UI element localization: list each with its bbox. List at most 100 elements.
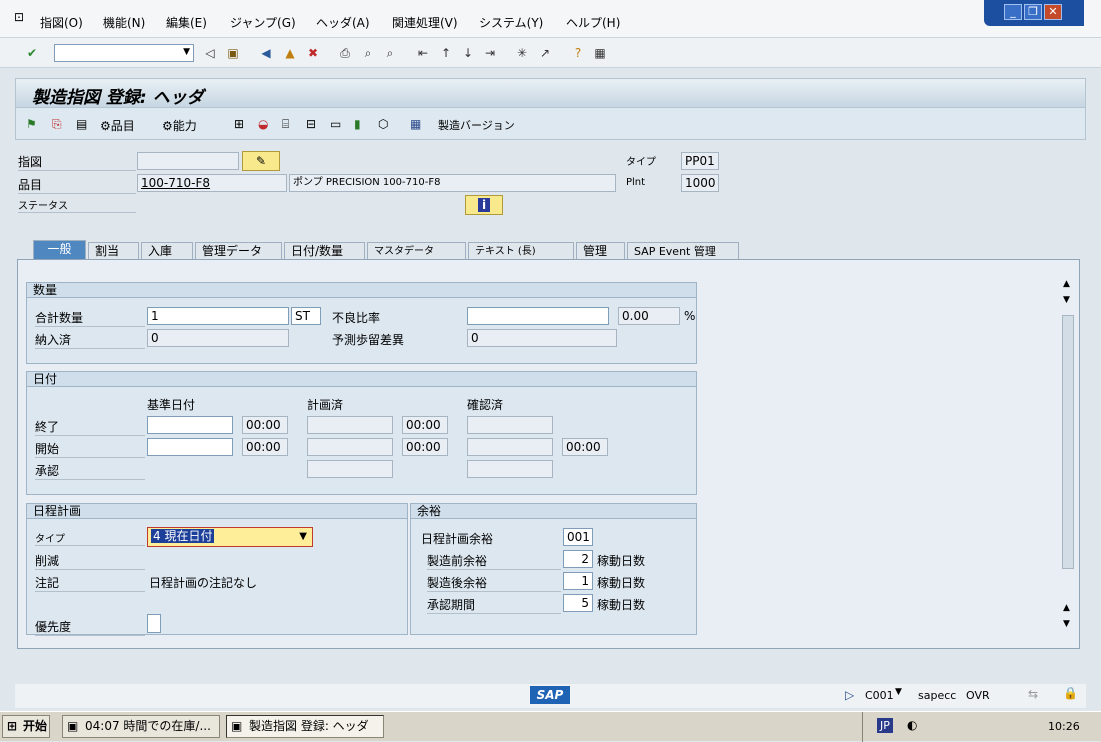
calculator-icon[interactable]: ▤	[76, 117, 87, 131]
back-icon[interactable]: ◀	[258, 45, 274, 61]
sap-logo: SAP	[530, 686, 570, 704]
tab-general[interactable]: 一般	[33, 240, 86, 261]
menu-edit[interactable]: 編集(E)	[166, 14, 207, 31]
start-basic-date[interactable]	[147, 438, 233, 456]
scroll-down-icon[interactable]: ▼	[1063, 295, 1070, 305]
components-icon[interactable]: ⌸	[282, 117, 289, 132]
help-icon[interactable]: ?	[570, 45, 586, 61]
total-qty-field[interactable]: 1	[147, 307, 289, 325]
display-icon[interactable]: ⎘	[52, 117, 62, 132]
material-field[interactable]: 100-710-F8	[137, 174, 287, 192]
command-field[interactable]: ▼	[54, 44, 194, 62]
float-before-field[interactable]: 2	[563, 550, 593, 568]
unit-field[interactable]: ST	[291, 307, 321, 325]
reduction-label: 削減	[35, 552, 145, 570]
save-icon[interactable]: ▣	[225, 45, 241, 61]
capacity-button[interactable]: ⚙能力	[162, 117, 197, 134]
total-qty-label: 合計数量	[35, 309, 145, 327]
sched-type-select[interactable]: 4 現在日付 ▼	[147, 527, 313, 547]
priority-label: 優先度	[35, 618, 145, 636]
edit-order-button[interactable]: ✎	[242, 151, 280, 171]
language-indicator[interactable]: JP	[877, 718, 893, 733]
end-basic-time[interactable]: 00:00	[242, 416, 288, 434]
taskbar-item-prod-order[interactable]: ▣ 製造指図 登録: ヘッダ	[226, 715, 384, 738]
network-icon[interactable]: ⊟	[306, 117, 316, 131]
float-after-field[interactable]: 1	[563, 572, 593, 590]
vertical-scrollbar[interactable]: ▲ ▼ ▲ ▼	[1060, 279, 1076, 634]
release-period-label: 承認期間	[427, 596, 561, 614]
taskbar-item-inventory[interactable]: ▣ 04:07 時間での在庫/...	[62, 715, 220, 738]
new-session-icon[interactable]: ✳	[514, 45, 530, 61]
mode-field: OVR	[966, 689, 990, 702]
exit-icon[interactable]: ▲	[282, 45, 298, 61]
window-menu-icon[interactable]: ⊡	[14, 10, 24, 24]
delivered-label: 納入済	[35, 331, 145, 349]
cost-icon[interactable]: ▮	[354, 117, 361, 131]
scrap-field[interactable]	[467, 307, 609, 325]
print-icon[interactable]: ⎙	[337, 45, 353, 61]
restore-icon[interactable]: ❐	[1024, 4, 1042, 20]
find-icon[interactable]: ⌕	[360, 45, 376, 61]
start-button[interactable]: ⊞ 开始	[2, 715, 50, 738]
menu-function[interactable]: 機能(N)	[103, 14, 145, 31]
prod-version-label[interactable]: 製造バージョン	[438, 117, 515, 133]
layout-menu-icon[interactable]: ▦	[592, 45, 608, 61]
first-page-icon[interactable]: ⇤	[415, 45, 431, 61]
sched-type-value: 4 現在日付	[151, 529, 215, 543]
scheduled-header: 計画済	[307, 398, 344, 412]
plant-field: 1000	[681, 174, 719, 192]
last-page-icon[interactable]: ⇥	[482, 45, 498, 61]
end-label: 終了	[35, 418, 145, 436]
start-basic-time[interactable]: 00:00	[242, 438, 288, 456]
menu-jump[interactable]: ジャンプ(G)	[230, 14, 296, 31]
priority-field[interactable]	[147, 614, 161, 633]
menu-system[interactable]: システム(Y)	[479, 14, 543, 31]
status-info-button[interactable]: i	[465, 195, 503, 215]
cancel-icon[interactable]: ✖	[305, 45, 321, 61]
material-button[interactable]: ⚙品目	[100, 117, 135, 134]
system-dropdown-icon[interactable]: ▼	[895, 687, 902, 697]
sched-margin-field[interactable]: 001	[563, 528, 593, 546]
find-next-icon[interactable]: ⌕	[382, 45, 398, 61]
menu-header[interactable]: ヘッダ(A)	[316, 14, 370, 31]
package-icon[interactable]: ⬡	[378, 117, 388, 131]
scroll-up-icon[interactable]: ▲	[1063, 279, 1070, 289]
order-field[interactable]	[137, 152, 239, 170]
ime-icon[interactable]: ◐	[907, 718, 917, 732]
type-label: タイプ	[626, 157, 656, 168]
scroll-up-bottom-icon[interactable]: ▲	[1063, 603, 1070, 613]
scroll-thumb[interactable]	[1062, 315, 1074, 569]
status-expand-icon[interactable]: ▷	[845, 688, 854, 702]
hierarchy-icon[interactable]: ⊞	[234, 117, 244, 131]
documents-icon[interactable]: ▭	[330, 117, 341, 131]
end-basic-date[interactable]	[147, 416, 233, 434]
menu-related[interactable]: 関連処理(V)	[392, 14, 458, 31]
menu-order[interactable]: 指図(O)	[40, 14, 83, 31]
standard-toolbar: ✔ ▼ ◁ ▣ ◀ ▲ ✖ ⎙ ⌕ ⌕ ⇤ ↑ ↓ ⇥ ✳ ↗ ? ▦	[0, 38, 1101, 68]
prod-version-button[interactable]: ▦	[410, 117, 421, 131]
chevron-down-icon[interactable]: ▼	[299, 529, 307, 545]
title-bar: 製造指図 登録: ヘッダ	[15, 78, 1086, 108]
next-page-icon[interactable]: ↓	[460, 45, 476, 61]
close-window-icon[interactable]: ✕	[1044, 4, 1062, 20]
expected-var-label: 予測歩留差異	[332, 333, 405, 347]
scroll-down-bottom-icon[interactable]: ▼	[1063, 619, 1070, 629]
shortcut-icon[interactable]: ↗	[537, 45, 553, 61]
start-label: 開始	[35, 440, 145, 458]
dropdown-arrow-icon[interactable]: ▼	[183, 47, 190, 57]
quantity-group-title: 数量	[27, 283, 696, 298]
minimize-icon[interactable]: _	[1004, 4, 1022, 20]
lock-icon[interactable]: 🔒	[1063, 686, 1078, 700]
operations-icon[interactable]: ◒	[258, 117, 268, 131]
menu-help[interactable]: ヘルプ(H)	[566, 14, 620, 31]
flag-icon[interactable]: ⚑	[26, 117, 37, 131]
end-conf-date	[467, 416, 553, 434]
percent-sign: %	[684, 309, 696, 323]
prev-page-icon[interactable]: ↑	[438, 45, 454, 61]
release-period-field[interactable]: 5	[563, 594, 593, 612]
enter-check-icon[interactable]: ✔	[24, 45, 40, 61]
floats-group-title: 余裕	[411, 504, 696, 519]
back-triangle-icon[interactable]: ◁	[202, 45, 218, 61]
system-tray: JP ◐ 10:26	[862, 712, 1101, 742]
material-description: ポンプ PRECISION 100-710-F8	[289, 174, 616, 192]
